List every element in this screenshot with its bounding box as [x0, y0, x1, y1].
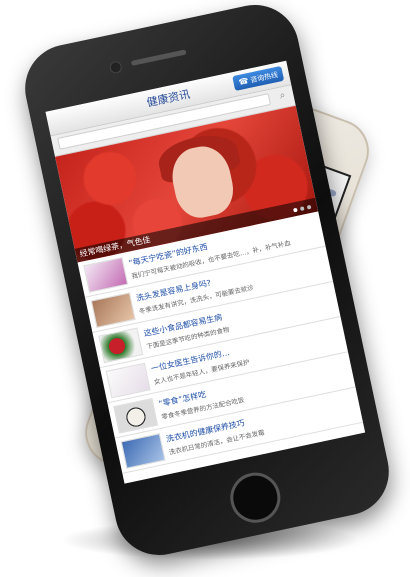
- front-phone: 健康资讯 ☎ 咨询热线 ⌕ 经常喝绿茶，气色佳 “每天宁吃瓷”的好东西 我们宁可…: [16, 0, 398, 564]
- pagination-dot[interactable]: [306, 204, 312, 210]
- pagination-dot[interactable]: [299, 206, 305, 212]
- camera: [108, 60, 123, 75]
- pagination-dot[interactable]: [293, 207, 298, 213]
- article-thumbnail: [83, 256, 129, 293]
- article-thumbnail: [105, 362, 151, 398]
- article-thumbnail: [113, 397, 159, 434]
- speaker: [130, 49, 187, 66]
- home-button[interactable]: [225, 468, 285, 528]
- phone-icon: ☎: [237, 76, 250, 88]
- article-thumbnail: [120, 432, 166, 469]
- search-icon[interactable]: ⌕: [279, 90, 287, 102]
- hotline-label: 咨询热线: [249, 70, 279, 85]
- article-thumbnail: [98, 327, 144, 363]
- article-thumbnail: [90, 291, 136, 328]
